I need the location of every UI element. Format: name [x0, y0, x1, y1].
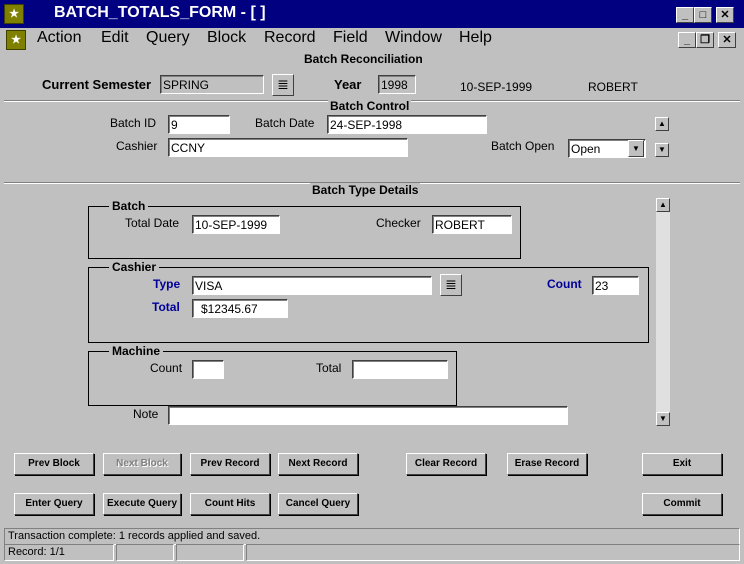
window-title: BATCH_TOTALS_FORM - [ ] — [54, 4, 266, 21]
form-title: Batch Reconciliation — [304, 52, 423, 66]
cashier-field[interactable]: CCNY — [168, 138, 408, 157]
prev-block-button[interactable]: Prev Block — [14, 453, 94, 475]
cashier-label: Cashier — [116, 139, 158, 153]
document-icon[interactable]: ★ — [6, 30, 26, 50]
batch-frame-title: Batch — [109, 199, 149, 213]
total-date-field[interactable]: 10-SEP-1999 — [192, 215, 280, 234]
current-semester-label: Current Semester — [42, 77, 152, 92]
erase-record-button[interactable]: Erase Record — [507, 453, 587, 475]
record-indicator: Record: 1/1 — [4, 544, 114, 561]
menu-query[interactable]: Query — [146, 29, 190, 47]
details-scrollbar[interactable] — [656, 198, 670, 426]
total-label: Total — [152, 300, 180, 314]
scroll-down-icon[interactable]: ▼ — [655, 143, 669, 157]
doc-close-icon[interactable]: ✕ — [718, 32, 736, 48]
enter-query-button[interactable]: Enter Query — [14, 493, 94, 515]
batch-control-title: Batch Control — [328, 99, 412, 113]
menu-block[interactable]: Block — [207, 29, 246, 47]
app-icon[interactable]: ★ — [4, 4, 24, 24]
batch-date-field[interactable]: 24-SEP-1998 — [327, 115, 487, 134]
current-semester-field[interactable]: SPRING — [160, 75, 264, 94]
machine-count-label: Count — [150, 361, 183, 375]
current-user: ROBERT — [588, 80, 638, 94]
machine-total-field[interactable] — [352, 360, 448, 379]
note-field[interactable] — [168, 406, 568, 425]
menu-bar: ★ Action Edit Query Block Record Field W… — [0, 28, 744, 50]
machine-frame-title: Machine — [109, 344, 164, 358]
checker-field[interactable]: ROBERT — [432, 215, 512, 234]
year-label: Year — [334, 77, 362, 92]
menu-edit[interactable]: Edit — [101, 29, 129, 47]
maximize-icon[interactable]: □ — [694, 7, 712, 23]
next-record-button[interactable]: Next Record — [278, 453, 358, 475]
total-date-label: Total Date — [125, 216, 180, 230]
status-message: Transaction complete: 1 records applied … — [4, 528, 740, 545]
type-field[interactable]: VISA — [192, 276, 432, 295]
clear-record-button[interactable]: Clear Record — [406, 453, 486, 475]
minimize-icon[interactable]: _ — [676, 7, 694, 23]
batch-id-field[interactable]: 9 — [168, 115, 230, 134]
menu-window[interactable]: Window — [385, 29, 442, 47]
menu-action[interactable]: Action — [37, 29, 81, 47]
batch-open-label: Batch Open — [491, 139, 555, 153]
count-label: Count — [547, 277, 582, 291]
status-panel — [176, 544, 244, 561]
dropdown-arrow-icon[interactable]: ▼ — [628, 140, 644, 157]
checker-label: Checker — [376, 216, 421, 230]
doc-restore-icon[interactable]: ❐ — [696, 32, 714, 48]
exit-button[interactable]: Exit — [642, 453, 722, 475]
menu-field[interactable]: Field — [333, 29, 368, 47]
current-date: 10-SEP-1999 — [460, 80, 533, 94]
scroll-up-icon[interactable]: ▲ — [655, 117, 669, 131]
batch-id-label: Batch ID — [110, 116, 157, 130]
cashier-frame-title: Cashier — [109, 260, 160, 274]
total-field[interactable]: $12345.67 — [192, 299, 288, 318]
count-hits-button[interactable]: Count Hits — [190, 493, 270, 515]
cancel-query-button[interactable]: Cancel Query — [278, 493, 358, 515]
execute-query-button[interactable]: Execute Query — [103, 493, 181, 515]
scroll-up-icon[interactable]: ▲ — [656, 198, 670, 212]
scroll-down-icon[interactable]: ▼ — [656, 412, 670, 426]
machine-total-label: Total — [316, 361, 342, 375]
menu-record[interactable]: Record — [264, 29, 316, 47]
batch-type-details-title: Batch Type Details — [310, 183, 421, 197]
count-field[interactable]: 23 — [592, 276, 639, 295]
status-panel — [246, 544, 740, 561]
batch-date-label: Batch Date — [255, 116, 315, 130]
close-icon[interactable]: ✕ — [716, 7, 734, 23]
list-of-values-icon[interactable]: ≣ — [440, 274, 462, 296]
prev-record-button[interactable]: Prev Record — [190, 453, 270, 475]
type-label: Type — [153, 277, 181, 291]
machine-count-field[interactable] — [192, 360, 224, 379]
note-label: Note — [133, 407, 159, 421]
title-bar[interactable]: ★ BATCH_TOTALS_FORM - [ ] _ □ ✕ — [0, 0, 744, 28]
menu-help[interactable]: Help — [459, 29, 492, 47]
doc-minimize-icon[interactable]: _ — [678, 32, 696, 48]
status-panel — [116, 544, 174, 561]
list-of-values-icon[interactable]: ≣ — [272, 74, 294, 96]
year-field[interactable]: 1998 — [378, 75, 416, 94]
next-block-button[interactable]: Next Block — [103, 453, 181, 475]
commit-button[interactable]: Commit — [642, 493, 722, 515]
